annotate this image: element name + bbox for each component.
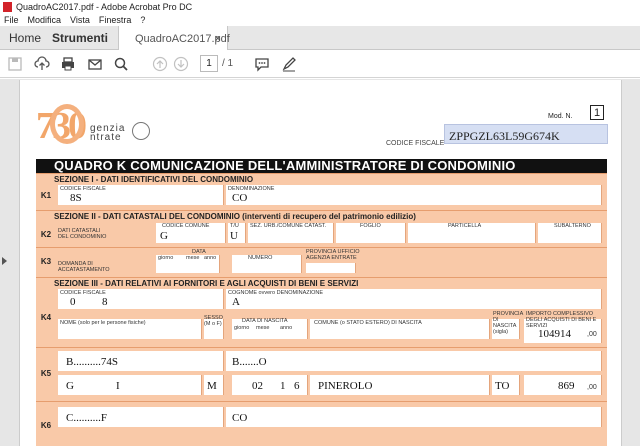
k5-importo-field[interactable]: 869 ,00 [524,375,602,395]
k4-label: K4 [40,313,52,322]
k4-cf-field[interactable]: CODICE FISCALE 0 8 [58,289,224,309]
k6-cf-field[interactable]: C..........F [58,407,224,427]
k1-cf-field[interactable]: CODICE FISCALE 8S [58,185,224,205]
k5-cf-field[interactable]: B..........74S [58,351,224,371]
k5-provincia-field[interactable]: TO [492,375,520,395]
k2-sezione-field[interactable]: SEZ. URB./COMUNE CATAST. [248,223,334,243]
menu-vista[interactable]: Vista [70,15,90,25]
quadro-k-title: QUADRO K COMUNICAZIONE DELL'AMMINISTRATO… [36,159,607,173]
k4-comune-field[interactable]: COMUNE (o STATO ESTERO) DI NASCITA [310,319,490,339]
republic-emblem-icon [132,122,150,140]
separator [36,401,607,402]
upload-icon[interactable] [33,55,51,73]
menu-help[interactable]: ? [140,15,145,25]
sign-icon[interactable] [280,55,298,73]
k2-codice-comune-field[interactable]: CODICE COMUNE G [156,223,226,243]
k4-nascita-field[interactable]: DATA DI NASCITA giorno mese anno [232,318,308,339]
k4-provincia-field[interactable]: PROVINCIA DI NASCITA (sigla) [492,311,523,339]
k3-provincia-cap: PROVINCIA UFFICIO AGENZIA ENTRATE [306,249,360,261]
prev-page-icon[interactable] [151,55,169,73]
k2-particella-field[interactable]: PARTICELLA [408,223,536,243]
window-title: QuadroAC2017.pdf - Adobe Acrobat Pro DC [16,1,193,12]
k1-label: K1 [40,191,52,200]
agency-logo: genzia ntrate [90,123,126,143]
k4-sesso-field[interactable]: SESSO (M o F) [204,315,224,339]
codice-fiscale-field[interactable]: ZPPGZL63L59G674K [444,124,608,144]
k3-numero-field[interactable]: NUMERO [232,255,302,273]
title-bar: QuadroAC2017.pdf - Adobe Acrobat Pro DC [0,0,640,13]
print-icon[interactable] [59,55,77,73]
k5-nascita-field[interactable]: 02 1 6 [232,375,308,395]
k3-data-field[interactable]: giorno mese anno [156,255,220,273]
mod-number-label: Mod. N. [548,113,573,120]
menu-modifica[interactable]: Modifica [28,15,62,25]
logo-ring [50,104,84,144]
k5-comune-field[interactable]: PINEROLO [310,375,490,395]
codice-fiscale-label: CODICE FISCALE [386,140,445,147]
expand-arrow-icon [2,257,7,265]
tab-tools[interactable]: Strumenti [52,26,108,50]
left-panel-toggle[interactable] [0,79,9,446]
k2-subalterno-field[interactable]: SUBALTERNO [538,223,602,243]
k2-foglio-field[interactable]: FOGLIO [336,223,406,243]
sezione-3-title: SEZIONE III - DATI RELATIVI AI FORNITORI… [36,277,607,288]
k4-nome-field[interactable]: NOME (solo per le persone fisiche) [58,319,202,339]
acrobat-icon [3,1,12,12]
search-icon[interactable] [112,55,130,73]
k5-cognome-field[interactable]: B.......O [226,351,602,371]
k1-denominazione-field[interactable]: DENOMINAZIONE CO [226,185,602,205]
k2-desc: DATI CATASTALI DEL CONDOMINIO [58,228,107,240]
k6-label: K6 [40,421,52,430]
logo-730: 730 [36,104,87,147]
k5-label: K5 [40,369,52,378]
k2-label: K2 [40,230,52,239]
toolbar: 1 / 1 [0,50,640,78]
separator [36,247,607,248]
mod-number-box: 1 [590,105,604,120]
comment-icon[interactable] [253,55,271,73]
right-panel-strip [622,79,640,446]
next-page-icon[interactable] [172,55,190,73]
pdf-page: 730 genzia ntrate Mod. N. 1 CODICE FISCA… [19,80,622,446]
page-total: / 1 [222,58,234,69]
k3-desc: DOMANDA DI ACCATASTAMENTO [58,261,110,273]
k3-label: K3 [40,257,52,266]
separator [36,347,607,348]
menu-finestra[interactable]: Finestra [99,15,132,25]
close-tab-icon[interactable]: × [215,33,221,45]
page-number-input[interactable]: 1 [200,55,218,72]
tab-home[interactable]: Home [9,26,41,50]
email-icon[interactable] [86,55,104,73]
tab-document[interactable]: QuadroAC2017.pdf × [118,26,230,51]
k4-importo-field[interactable]: IMPORTO COMPLESSIVO DEGLI ACQUISTI DI BE… [524,311,602,343]
k3-provincia-field[interactable] [306,263,356,273]
tab-bar: Home Strumenti QuadroAC2017.pdf × [0,26,640,51]
save-icon[interactable] [6,55,24,73]
quadro-k-form: SEZIONE I - DATI IDENTIFICATIVI DEL COND… [36,173,607,446]
k5-nome-field[interactable]: G I [58,375,202,395]
k6-cognome-field[interactable]: CO [226,407,602,427]
sezione-2-title: SEZIONE II - DATI CATASTALI DEL CONDOMIN… [36,210,607,221]
menu-bar: File Modifica Vista Finestra ? [0,13,640,26]
menu-file[interactable]: File [4,15,19,25]
k5-sesso-field[interactable]: M [204,375,224,395]
sezione-1-title: SEZIONE I - DATI IDENTIFICATIVI DEL COND… [36,173,607,184]
k2-tu-field[interactable]: T/U U [228,223,246,243]
k4-cognome-field[interactable]: COGNOME ovvero DENOMINAZIONE A [226,289,602,309]
